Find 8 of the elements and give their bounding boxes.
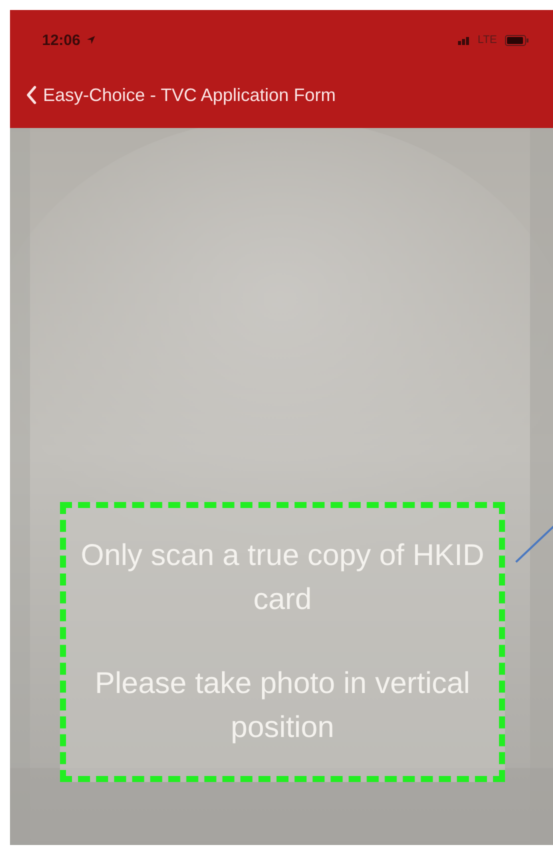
status-time: 12:06 (42, 32, 80, 48)
nav-title: Easy-Choice - TVC Application Form (43, 84, 336, 106)
back-button[interactable] (24, 83, 39, 107)
network-type: LTE (478, 34, 497, 46)
battery-icon (505, 34, 529, 46)
signal-icon (458, 35, 472, 45)
location-arrow-icon (86, 35, 96, 45)
leader-line (515, 525, 553, 563)
